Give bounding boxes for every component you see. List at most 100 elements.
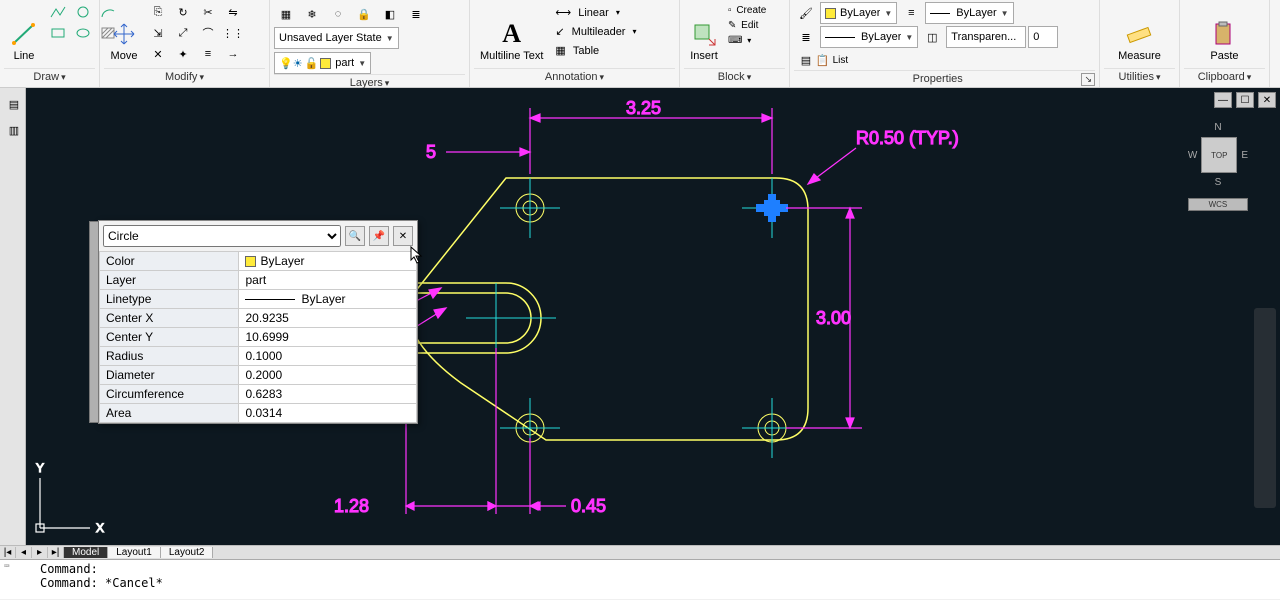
panel-title-clipboard[interactable]: Clipboard▾: [1184, 68, 1265, 85]
viewcube[interactable]: N W TOP E S WCS: [1188, 122, 1248, 211]
panel-title-properties[interactable]: Properties↘: [794, 70, 1095, 88]
property-row[interactable]: Layerpart: [100, 271, 417, 290]
table-button[interactable]: ▦ Table: [551, 42, 640, 59]
array-button[interactable]: ⋮⋮: [221, 23, 245, 43]
line-tool-button[interactable]: Line: [4, 2, 44, 64]
viewcube-w[interactable]: W: [1188, 150, 1197, 161]
insert-block-button[interactable]: Insert: [684, 2, 724, 64]
transp-icon[interactable]: ◫: [920, 27, 944, 47]
wcs-badge[interactable]: WCS: [1188, 198, 1248, 211]
object-type-select[interactable]: Circle: [103, 225, 341, 247]
trim-button[interactable]: ✂: [196, 2, 220, 22]
prop-val[interactable]: 0.0314: [239, 404, 417, 423]
rotate-button[interactable]: ↻: [171, 2, 195, 22]
mtext-button[interactable]: A Multiline Text: [474, 2, 549, 64]
offset-button[interactable]: ≡: [196, 44, 220, 64]
linetype-combo[interactable]: ByLayer▼: [925, 2, 1013, 24]
layer-state-combo[interactable]: Unsaved Layer State▼: [274, 27, 399, 49]
palette-close-button[interactable]: ✕: [393, 226, 413, 246]
tab-model[interactable]: Model: [64, 547, 108, 558]
property-row[interactable]: Center Y10.6999: [100, 328, 417, 347]
create-block-button[interactable]: ▫ Create: [726, 4, 768, 17]
panel-title-modify[interactable]: Modify▾: [104, 68, 265, 85]
bylayer-button[interactable]: ≡: [899, 3, 923, 23]
props3-a[interactable]: ▤: [794, 50, 818, 70]
quick-select-button[interactable]: 🔍: [345, 226, 365, 246]
property-row[interactable]: LinetypeByLayer: [100, 290, 417, 309]
property-row[interactable]: Area0.0314: [100, 404, 417, 423]
layer-props-button[interactable]: ▦: [274, 4, 298, 24]
rectangle-button[interactable]: [46, 23, 70, 43]
explode-button[interactable]: ✦: [171, 44, 195, 64]
panel-title-draw[interactable]: Draw▾: [4, 68, 95, 85]
property-row[interactable]: Center X20.9235: [100, 309, 417, 328]
extend-button[interactable]: →: [221, 44, 245, 64]
panel-title-annotation[interactable]: Annotation▾: [474, 68, 675, 85]
selection-grip[interactable]: [756, 194, 788, 222]
palette-pin-button[interactable]: 📌: [369, 226, 389, 246]
circle-button[interactable]: [71, 2, 95, 22]
linear-dim-button[interactable]: ⟷ Linear ▾: [551, 4, 640, 21]
property-row[interactable]: Radius0.1000: [100, 347, 417, 366]
edit-attr-button[interactable]: ⌨ ▾: [726, 34, 768, 47]
prop-val[interactable]: ByLayer: [239, 252, 417, 271]
layer-iso-button[interactable]: ◧: [378, 4, 402, 24]
property-row[interactable]: ColorByLayer: [100, 252, 417, 271]
palette-btn-1[interactable]: ▤: [2, 94, 26, 114]
palette-btn-2[interactable]: ▥: [2, 120, 26, 140]
prop-val[interactable]: 0.6283: [239, 385, 417, 404]
prop-val[interactable]: 10.6999: [239, 328, 417, 347]
transparency-label[interactable]: Transparen...: [946, 26, 1026, 48]
transparency-value[interactable]: 0: [1028, 26, 1058, 48]
viewport-minimize-button[interactable]: —: [1214, 92, 1232, 108]
viewcube-e[interactable]: E: [1241, 150, 1248, 161]
erase-button[interactable]: ✕: [146, 44, 170, 64]
palette-grip[interactable]: [89, 221, 99, 423]
viewcube-face[interactable]: TOP: [1201, 137, 1237, 173]
lineweight-combo[interactable]: ByLayer▼: [820, 26, 918, 48]
polyline-button[interactable]: [46, 2, 70, 22]
move-tool-button[interactable]: Move: [104, 2, 144, 64]
navbar-strip[interactable]: [1254, 308, 1276, 508]
property-row[interactable]: Circumference0.6283: [100, 385, 417, 404]
ellipse-button[interactable]: [71, 23, 95, 43]
viewcube-n[interactable]: N: [1188, 122, 1248, 133]
multileader-button[interactable]: ↙ Multileader ▾: [551, 23, 640, 40]
scale-button[interactable]: ⤢: [171, 23, 195, 43]
mirror-button[interactable]: ⇋: [221, 2, 245, 22]
tab-nav-next[interactable]: ▸: [32, 547, 48, 558]
paste-button[interactable]: Paste: [1204, 2, 1244, 64]
prop-val[interactable]: part: [239, 271, 417, 290]
panel-title-utilities[interactable]: Utilities▾: [1104, 68, 1175, 85]
layer-off-button[interactable]: ◌: [326, 4, 350, 24]
property-row[interactable]: Diameter0.2000: [100, 366, 417, 385]
tab-nav-prev[interactable]: ◂: [16, 547, 32, 558]
color-combo[interactable]: ByLayer▼: [820, 2, 897, 24]
prop-val[interactable]: 0.1000: [239, 347, 417, 366]
measure-button[interactable]: Measure: [1112, 2, 1167, 64]
layer-match-button[interactable]: ≣: [404, 4, 428, 24]
layer-freeze-button[interactable]: ❄: [300, 4, 324, 24]
stretch-button[interactable]: ⇲: [146, 23, 170, 43]
tab-nav-first[interactable]: |◂: [0, 547, 16, 558]
tab-nav-last[interactable]: ▸|: [48, 547, 64, 558]
viewcube-s[interactable]: S: [1188, 177, 1248, 188]
layer-lock-button[interactable]: 🔒: [352, 4, 376, 24]
viewport-close-button[interactable]: ✕: [1258, 92, 1276, 108]
list-button[interactable]: 📋 List: [820, 50, 844, 70]
command-window[interactable]: ⌨ Command: Command: *Cancel*: [0, 559, 1280, 599]
tab-layout1[interactable]: Layout1: [108, 547, 161, 558]
tab-layout2[interactable]: Layout2: [161, 547, 214, 558]
edit-block-button[interactable]: ✎ Edit: [726, 19, 768, 32]
fillet-button[interactable]: ⌒: [196, 23, 220, 43]
lw-icon[interactable]: ≣: [794, 27, 818, 47]
prop-val[interactable]: 0.2000: [239, 366, 417, 385]
drawing-area[interactable]: ▤ ▥ — ☐ ✕ N W TOP E S WCS: [0, 88, 1280, 545]
prop-val[interactable]: 20.9235: [239, 309, 417, 328]
match-props-button[interactable]: 🖌: [794, 3, 818, 23]
viewport-maximize-button[interactable]: ☐: [1236, 92, 1254, 108]
copy-button[interactable]: ⎘: [146, 2, 170, 22]
prop-val[interactable]: ByLayer: [239, 290, 417, 309]
current-layer-combo[interactable]: 💡☀🔓part▼: [274, 52, 371, 74]
panel-title-block[interactable]: Block▾: [684, 68, 785, 85]
